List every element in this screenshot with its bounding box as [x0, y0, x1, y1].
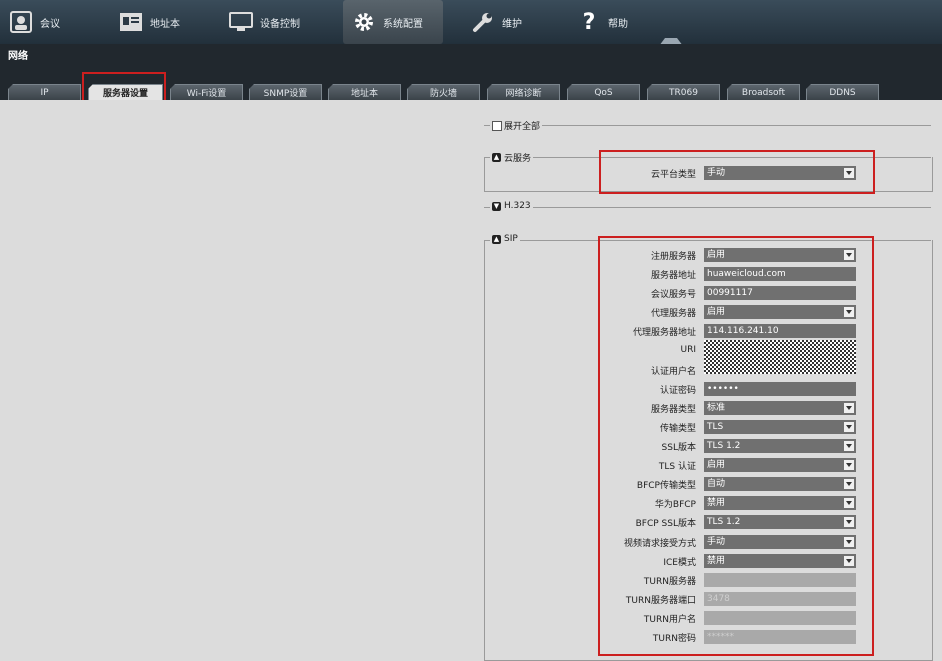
tab-snmp[interactable]: SNMP设置 — [249, 84, 322, 100]
expand-icon: ▼ — [492, 201, 501, 211]
nav-addressbook[interactable]: 地址本 — [118, 0, 208, 44]
tab-ddns[interactable]: DDNS — [806, 84, 879, 100]
tab-firewall[interactable]: 防火墙 — [407, 84, 480, 100]
monitor-icon — [228, 9, 254, 35]
nav-system-config-label: 系统配置 — [383, 18, 423, 30]
expand-all-checkbox[interactable] — [492, 120, 502, 131]
tab-wifi[interactable]: Wi-Fi设置 — [170, 84, 243, 100]
addressbook-icon — [118, 9, 144, 35]
tab-addressbook[interactable]: 地址本 — [328, 84, 401, 100]
cloud-section-header[interactable]: ▲ 云服务 — [490, 151, 534, 164]
tab-broadsoft[interactable]: Broadsoft — [727, 84, 800, 100]
expand-all-toggle[interactable]: 展开全部 — [490, 119, 543, 132]
expand-all-label: 展开全部 — [504, 122, 541, 132]
wrench-icon — [470, 9, 496, 35]
nav-device-control[interactable]: 设备控制 — [228, 0, 328, 44]
h323-section-header[interactable]: ▼ H.323 — [490, 201, 533, 211]
meeting-icon — [8, 9, 34, 35]
nav-meeting[interactable]: 会议 — [8, 0, 88, 44]
h323-line — [484, 207, 931, 208]
tab-tr069[interactable]: TR069 — [647, 84, 720, 100]
question-icon: ? — [582, 9, 596, 35]
highlight-cloud — [599, 150, 875, 194]
tab-qos[interactable]: QoS — [567, 84, 640, 100]
top-navigation: 会议 地址本 设备控制 系统配置 维护 ? 帮助 — [0, 0, 942, 44]
sip-section-label: SIP — [504, 234, 518, 244]
tab-ip[interactable]: IP — [8, 84, 81, 100]
nav-help-label: 帮助 — [608, 18, 628, 30]
expand-all-line — [484, 125, 931, 126]
h323-section-label: H.323 — [504, 201, 531, 211]
nav-maintenance[interactable]: 维护 — [470, 0, 540, 44]
nav-help[interactable]: ? 帮助 — [576, 0, 636, 44]
tab-network-diagnosis[interactable]: 网络诊断 — [487, 84, 560, 100]
nav-addressbook-label: 地址本 — [150, 18, 180, 30]
section-title: 网络 — [8, 51, 28, 62]
gear-icon — [351, 9, 377, 35]
collapse-icon: ▲ — [492, 234, 501, 244]
cloud-section-label: 云服务 — [504, 154, 532, 164]
collapse-icon: ▲ — [492, 153, 501, 162]
nav-maintenance-label: 维护 — [502, 18, 522, 30]
sip-section-header[interactable]: ▲ SIP — [490, 234, 520, 244]
nav-system-config[interactable]: 系统配置 — [343, 0, 443, 44]
highlight-sip — [598, 236, 874, 656]
nav-device-control-label: 设备控制 — [260, 18, 300, 30]
nav-meeting-label: 会议 — [40, 18, 60, 30]
